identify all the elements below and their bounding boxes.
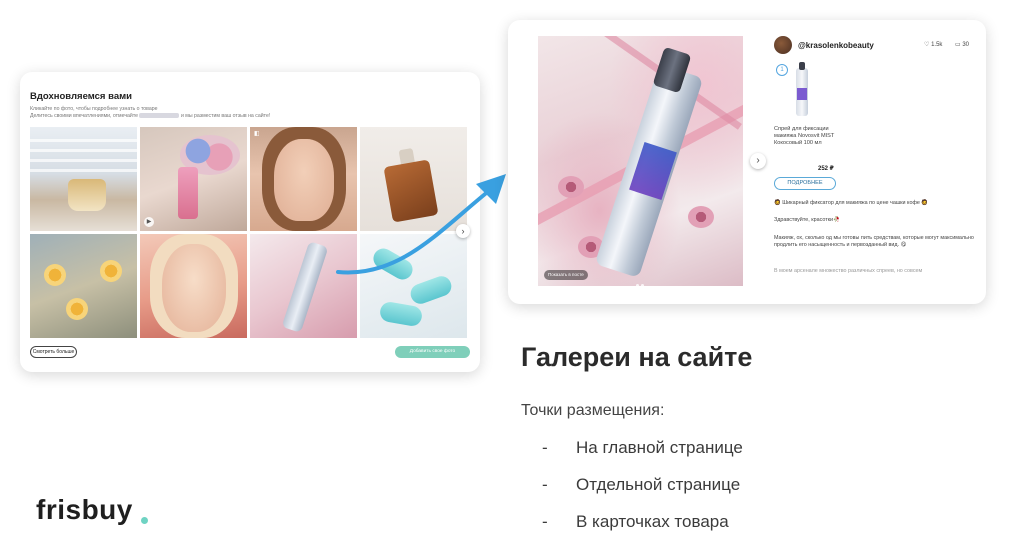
bullet-dash: - — [542, 438, 548, 457]
bullet-text: На главной странице — [576, 438, 743, 457]
gallery-subtitle: Кликайте по фото, чтобы подробнее узнать… — [30, 106, 330, 120]
camera-icon: ◧ — [254, 131, 260, 137]
comment-icon: ▭ — [955, 42, 961, 48]
comments-count: ▭ 30 — [955, 41, 969, 48]
product-tag-badge[interactable]: 1 — [776, 64, 788, 76]
bullet-dash: - — [542, 512, 548, 531]
post-text-line2: Здравствуйте, красотки🥀 — [774, 217, 840, 223]
gallery-photo-5[interactable] — [30, 234, 137, 338]
product-name: Спрей для фиксации макияжа Novosvit MIST… — [774, 126, 835, 146]
detail-next-arrow-icon[interactable]: › — [750, 153, 766, 169]
product-thumbnail[interactable] — [796, 62, 808, 116]
username[interactable]: @krasolenkobeauty — [798, 41, 874, 50]
post-text-line3: Макияж, ох, сколько од мы готовы пить ср… — [774, 235, 974, 248]
gallery-subtitle-line1: Кликайте по фото, чтобы подробнее узнать… — [30, 106, 158, 112]
likes-value: 1.5k — [931, 42, 943, 48]
post-text-line1: 🧔 Шикарный фиксатор для макияжа по цене … — [774, 200, 929, 206]
logo-dot — [141, 517, 148, 524]
photo-credit-link[interactable]: Показать в посте — [544, 270, 588, 280]
bullet-dash: - — [542, 475, 548, 494]
gallery-photo-2[interactable]: ▶ — [140, 127, 247, 231]
bullet-item: - На главной странице — [542, 438, 743, 458]
gallery-title: Вдохновляемся вами — [30, 91, 132, 102]
detail-photo: Показать в посте — [538, 36, 743, 286]
frisbuy-logo: frisbuy — [36, 494, 133, 525]
video-icon: ▶ — [144, 217, 154, 227]
slide-heading: Галереи на сайте — [521, 342, 753, 372]
text-fade — [774, 278, 974, 288]
post-text-line4: В моем арсенале множество различных спре… — [774, 268, 923, 274]
bullet-text: В карточках товара — [576, 512, 729, 531]
bullet-item: - Отдельной странице — [542, 475, 740, 495]
gallery-subtitle-line2a: Делитесь своими впечатлениями, отмечайте — [30, 113, 139, 119]
placement-label: Точки размещения: — [521, 402, 665, 419]
likes-count: ♡ 1.5k — [924, 41, 942, 48]
bullet-item: - В карточках товара — [542, 512, 729, 532]
gallery-photo-1[interactable] — [30, 127, 137, 231]
photo-pagination — [636, 274, 650, 286]
blurred-handle — [139, 113, 180, 119]
gallery-subtitle-line2b: и мы разместим ваш отзыв на сайте! — [180, 113, 271, 119]
photo-detail-popup: Показать в посте › @krasolenkobeauty ♡ 1… — [508, 20, 986, 304]
gallery-photo-6[interactable] — [140, 234, 247, 338]
see-more-button[interactable]: Смотреть больше — [30, 346, 77, 358]
add-photo-button[interactable]: Добавить свое фото — [395, 346, 470, 358]
product-price: 252 ₽ — [818, 166, 834, 172]
bullet-text: Отдельной странице — [576, 475, 741, 494]
more-details-button[interactable]: ПОДРОБНЕЕ — [774, 177, 836, 190]
heart-icon: ♡ — [924, 42, 930, 48]
avatar[interactable] — [774, 36, 792, 54]
comments-value: 30 — [962, 42, 970, 48]
